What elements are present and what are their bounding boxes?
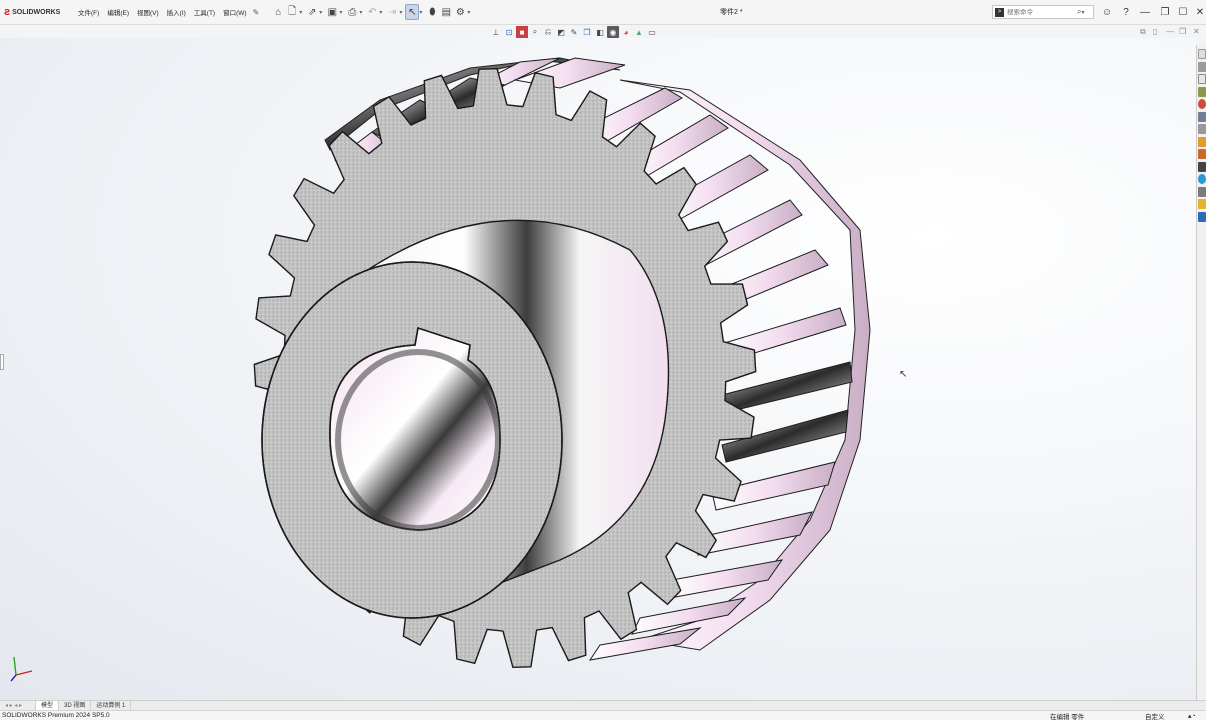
reference-triad [10, 656, 33, 682]
new-dropdown-icon[interactable]: ▾ [299, 9, 302, 16]
mouse-cursor-icon: ↖ [899, 369, 908, 380]
menu-view[interactable]: 视图(V) [133, 7, 163, 17]
heads-up-view-toolbar: ⊥ ⊡ ■ ⌕ ⎌ ◩ ✎ ❒ ◧ ◉ ◕ ▲ ▭ [490, 25, 659, 39]
open-icon[interactable]: ⇗ [305, 4, 319, 20]
unit-system[interactable]: 自定义 [1145, 711, 1165, 720]
undo-icon[interactable]: ↶ [365, 4, 379, 20]
minimize-icon[interactable]: — [1138, 4, 1152, 20]
tab-scroll-arrows-icon[interactable]: ◂ ▸ ◂ ▸ [0, 700, 36, 711]
spur-gear-model[interactable] [0, 38, 1196, 700]
search-dropdown-icon[interactable]: ▾ [1081, 9, 1084, 16]
menu-bar: 文件(F) 编辑(E) 视图(V) 插入(I) 工具(T) 窗口(W) ✎ [74, 7, 260, 18]
select-icon[interactable]: ↖ [405, 4, 420, 20]
view-orientation-icon[interactable]: ⊥ [490, 26, 502, 38]
status-bar: SOLIDWORKS Premium 2024 SP5.0 在编辑 零件 自定义… [0, 710, 1206, 720]
redo-dropdown-icon[interactable]: ▾ [399, 9, 402, 16]
select-dropdown-icon[interactable]: ▾ [419, 9, 422, 16]
3dexperience-icon[interactable] [1197, 124, 1206, 134]
tab-3d-views[interactable]: 3D 视图 [59, 700, 92, 711]
3d-content-icon[interactable] [1197, 211, 1206, 222]
print-dropdown-icon[interactable]: ▾ [359, 9, 362, 16]
close-icon[interactable]: ✕ [1193, 4, 1206, 20]
save-icon[interactable]: ▣ [325, 4, 339, 20]
section-icon[interactable]: ◩ [555, 26, 567, 38]
zoom-area-icon[interactable]: ⌕ [529, 26, 541, 38]
product-version: SOLIDWORKS Premium 2024 SP5.0 [2, 712, 110, 719]
title-bar: ƨ SOLIDWORKS 文件(F) 编辑(E) 视图(V) 插入(I) 工具(… [0, 0, 1206, 25]
status-bar-options-icon[interactable]: ▴◔ [1188, 712, 1196, 720]
pin-icon[interactable]: ✎ [253, 8, 260, 17]
tab-model[interactable]: 模型 [36, 700, 60, 711]
maximize-icon[interactable]: ☐ [1176, 4, 1190, 20]
scene-icon[interactable]: ▲ [633, 26, 645, 38]
view-orientation-cube-icon[interactable]: ❒ [581, 26, 593, 38]
viewport-minimize-icon[interactable]: — [1166, 27, 1174, 36]
tab-motion-study[interactable]: 运动算例 1 [91, 700, 132, 711]
hide-show-icon[interactable]: ◉ [607, 26, 619, 38]
menu-file[interactable]: 文件(F) [74, 7, 103, 17]
appearances-icon[interactable] [1197, 99, 1206, 109]
standard-toolbar: ⌂ 🗋 ▾ ⇗ ▾ ▣ ▾ ⎙ ▾ ↶ ▾ ⇥ ▾ ↖ ▾ ⬮ ▤ ⚙ ▾ [271, 4, 473, 20]
mysolidworks-icon[interactable] [1197, 174, 1206, 184]
appearance-icon[interactable]: ◕ [620, 26, 632, 38]
search-commands[interactable]: > ⌕ ▾ [992, 5, 1094, 19]
rebuild-icon[interactable]: ⬮ [425, 4, 439, 20]
document-title: 零件2 * [720, 9, 743, 16]
feature-manager-toggle[interactable] [0, 354, 4, 370]
solidworks-logo[interactable]: ƨ SOLIDWORKS [0, 6, 64, 18]
community-icon[interactable] [1197, 186, 1206, 197]
logo-text: SOLIDWORKS [12, 8, 61, 16]
cad-apps-icon[interactable] [1197, 199, 1206, 209]
viewport-restore-icon[interactable]: ⧉ [1140, 27, 1146, 37]
toolbox-icon[interactable] [1197, 136, 1206, 147]
options-dropdown-icon[interactable]: ▾ [467, 9, 470, 16]
viewport-tile-icon[interactable]: ❐ [1179, 27, 1186, 36]
menu-window[interactable]: 窗口(W) [219, 7, 250, 17]
editing-status: 在编辑 零件 [1050, 713, 1085, 720]
model-view-tabs: ◂ ▸ ◂ ▸ 模型 3D 视图 运动算例 1 [0, 700, 1206, 711]
menu-insert[interactable]: 插入(I) [163, 7, 190, 17]
previous-view-icon[interactable]: ⎌ [542, 26, 554, 38]
solidworks-resources-icon[interactable] [1197, 49, 1206, 59]
viewport-close-icon[interactable]: ✕ [1193, 27, 1200, 36]
redo-icon[interactable]: ⇥ [385, 4, 399, 20]
search-input[interactable] [1007, 8, 1077, 16]
undo-dropdown-icon[interactable]: ▾ [379, 9, 382, 16]
menu-tools[interactable]: 工具(T) [190, 7, 219, 17]
design-library-icon[interactable] [1197, 61, 1206, 72]
display-style-icon[interactable]: ◧ [594, 26, 606, 38]
options-icon[interactable]: ⚙ [453, 4, 467, 20]
file-properties-icon[interactable]: ▤ [439, 4, 453, 20]
menu-edit[interactable]: 编辑(E) [103, 7, 133, 17]
command-search-icon: > [995, 7, 1004, 17]
ds-logo-icon: ƨ [4, 6, 11, 18]
dynamic-annotation-icon[interactable]: ✎ [568, 26, 580, 38]
help-options-icon[interactable]: ☺ [1100, 4, 1114, 20]
open-dropdown-icon[interactable]: ▾ [319, 9, 322, 16]
file-explorer-icon[interactable] [1197, 74, 1206, 84]
task-pane-tabs [1196, 45, 1206, 705]
zoom-to-fit-icon[interactable]: ⊡ [503, 26, 515, 38]
save-dropdown-icon[interactable]: ▾ [339, 9, 342, 16]
graphics-area[interactable]: ↖ [0, 38, 1196, 700]
display-settings-icon[interactable]: ▭ [646, 26, 658, 38]
print-icon[interactable]: ⎙ [345, 4, 359, 20]
section-view-icon[interactable]: ■ [516, 26, 528, 38]
home-icon[interactable]: ⌂ [271, 4, 285, 20]
viewport-sheet-icon[interactable]: ▯ [1153, 27, 1157, 36]
view-palette-icon[interactable] [1197, 86, 1206, 97]
help-icon[interactable]: ? [1119, 4, 1133, 20]
solidworks-forum-icon[interactable] [1197, 149, 1206, 159]
custom-properties-icon[interactable] [1197, 111, 1206, 122]
restore-icon[interactable]: ❐ [1158, 4, 1172, 20]
markup-icon[interactable] [1197, 161, 1206, 172]
new-icon[interactable]: 🗋 [285, 4, 299, 20]
